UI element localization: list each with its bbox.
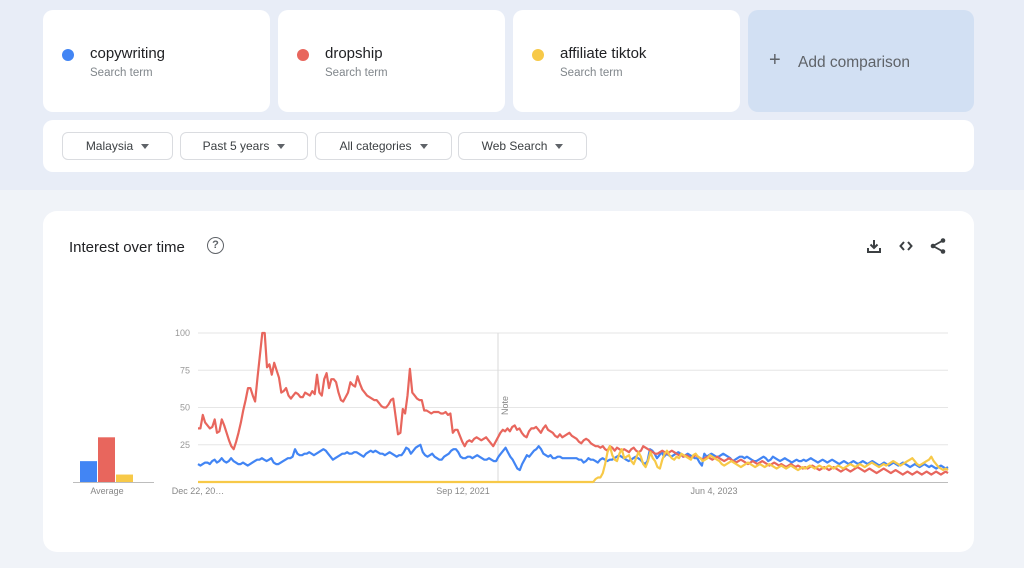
- search-term-subtitle: Search term: [325, 67, 388, 79]
- y-tick-label: 50: [180, 403, 190, 413]
- search-term-name: dropship: [325, 45, 383, 62]
- search-term-card[interactable]: affiliate tiktok Search term: [513, 10, 740, 112]
- series-line-affiliate-tiktok: [198, 445, 949, 484]
- x-tick-label: Dec 22, 20…: [172, 486, 225, 496]
- caret-down-icon: [277, 143, 286, 149]
- search-term-name: affiliate tiktok: [560, 45, 647, 62]
- add-comparison-label: Add comparison: [798, 54, 911, 71]
- search-type-filter-dropdown[interactable]: Web Search: [458, 132, 587, 160]
- average-bar-affiliate-tiktok: [116, 474, 133, 482]
- caret-down-icon: [141, 143, 150, 149]
- filter-label: All categories: [339, 139, 412, 153]
- y-tick-label: 75: [180, 365, 190, 375]
- filter-label: Past 5 years: [202, 139, 270, 153]
- search-term-name: copywriting: [90, 45, 166, 62]
- add-comparison-button[interactable]: + Add comparison: [748, 10, 974, 112]
- caret-down-icon: [555, 143, 564, 149]
- y-axis-ticks: 100 75 50 25: [175, 328, 190, 450]
- x-axis-ticks: Dec 22, 20… Sep 12, 2021 Jun 4, 2023: [172, 486, 738, 496]
- search-term-card[interactable]: dropship Search term: [278, 10, 505, 112]
- region-filter-dropdown[interactable]: Malaysia: [62, 132, 173, 160]
- average-bar-dropship: [98, 437, 115, 482]
- search-term-card[interactable]: copywriting Search term: [43, 10, 270, 112]
- search-term-subtitle: Search term: [90, 67, 153, 79]
- average-bar-copywriting: [80, 461, 97, 482]
- chart-annotation: Note: [497, 333, 510, 482]
- average-bar-chart: Average: [73, 437, 154, 496]
- series-color-dot: [532, 49, 544, 61]
- interest-chart: Average 100 75 50 25 Note Dec 22, 20… Sep 12…: [73, 328, 949, 496]
- search-term-subtitle: Search term: [560, 67, 623, 79]
- note-label: Note: [500, 396, 510, 415]
- y-tick-label: 25: [180, 440, 190, 450]
- average-label: Average: [90, 486, 123, 496]
- filter-label: Malaysia: [85, 139, 134, 153]
- plus-icon: +: [769, 49, 781, 71]
- series-color-dot: [62, 49, 74, 61]
- caret-down-icon: [419, 143, 428, 149]
- category-filter-dropdown[interactable]: All categories: [315, 132, 452, 160]
- filter-label: Web Search: [481, 139, 548, 153]
- x-tick-label: Jun 4, 2023: [690, 486, 737, 496]
- chart-gridlines: [198, 332, 948, 483]
- series-color-dot: [297, 49, 309, 61]
- filter-bar: Malaysia Past 5 years All categories Web…: [43, 120, 974, 172]
- time-range-filter-dropdown[interactable]: Past 5 years: [180, 132, 308, 160]
- y-tick-label: 100: [175, 328, 190, 338]
- x-tick-label: Sep 12, 2021: [436, 486, 490, 496]
- interest-over-time-panel: Interest over time ? Average 100 75 50 25 N…: [43, 211, 974, 552]
